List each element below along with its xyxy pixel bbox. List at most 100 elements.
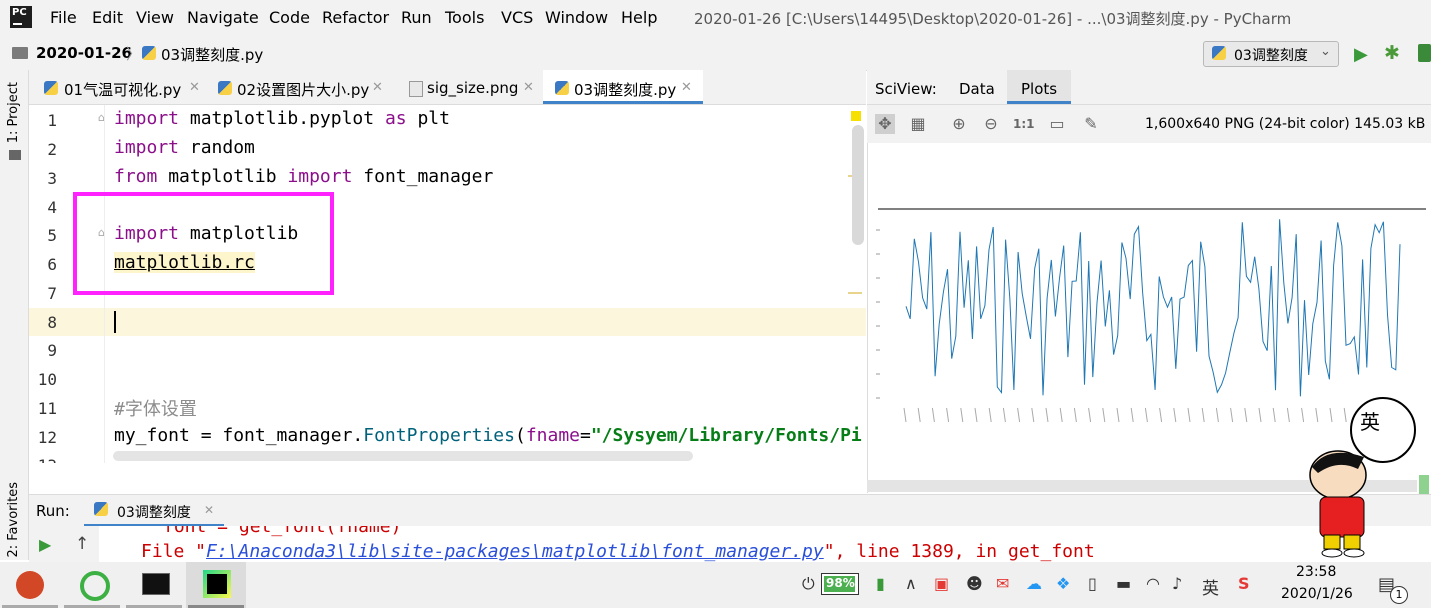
close-icon[interactable]: ✕ <box>523 80 534 95</box>
tab-01-temperature[interactable]: 01气温可视化.py ✕ <box>34 70 204 104</box>
sogou-icon[interactable]: S <box>1238 574 1250 593</box>
decorative-sticker: 英 <box>1298 395 1418 560</box>
tab-label: 01气温可视化.py <box>64 81 182 99</box>
scroll-up-icon[interactable]: ↑ <box>75 534 89 554</box>
cloud-icon[interactable]: ☁ <box>1026 574 1042 593</box>
menu-vcs[interactable]: VCS <box>501 8 533 27</box>
menu-file[interactable]: File <box>50 8 77 27</box>
menu-refactor[interactable]: Refactor <box>322 8 389 27</box>
tab-plots[interactable]: Plots <box>1007 70 1071 104</box>
grid-icon[interactable]: ▦ <box>908 114 928 134</box>
x-tick-label-mark <box>1073 407 1077 423</box>
power-plug-icon[interactable]: ⏻ <box>802 574 815 594</box>
editor-horizontal-scrollbar[interactable] <box>113 451 693 461</box>
mail-icon[interactable]: ✉ <box>996 574 1009 593</box>
battery-app-icon[interactable]: ▮ <box>876 574 885 593</box>
color-picker-icon[interactable]: ✎ <box>1081 114 1101 134</box>
analysis-status-icon[interactable] <box>851 111 861 121</box>
taskbar-powerpoint[interactable] <box>0 562 60 608</box>
terminal-icon <box>142 573 170 595</box>
menu-view[interactable]: View <box>136 8 174 27</box>
x-tick-label-mark <box>1258 407 1262 423</box>
clock-time[interactable]: 23:58 <box>1296 564 1336 580</box>
code-line-1: import matplotlib.pyplot as plt <box>114 108 450 129</box>
breadcrumb-folder[interactable]: 2020-01-26 <box>36 44 132 62</box>
menu-code[interactable]: Code <box>269 8 310 27</box>
line-number: 4 <box>47 198 57 217</box>
breadcrumb-file[interactable]: 03调整刻度.py <box>161 44 263 65</box>
menu-help[interactable]: Help <box>621 8 657 27</box>
project-tool-tab[interactable]: 1: Project <box>6 82 21 143</box>
x-tick-label-mark <box>1215 407 1219 423</box>
menu-run[interactable]: Run <box>401 8 432 27</box>
notification-count: 1 <box>1390 586 1408 604</box>
error-stripe-marker[interactable] <box>848 292 862 294</box>
folder-icon <box>12 47 28 59</box>
pycharm-icon <box>203 570 231 598</box>
run-configuration-select[interactable]: 03调整刻度 ⌄ <box>1203 41 1339 67</box>
close-icon[interactable]: ✕ <box>681 80 692 95</box>
python-file-icon <box>555 81 569 95</box>
line-number: 9 <box>47 341 57 360</box>
favorites-tool-tab[interactable]: 2: Favorites <box>6 482 21 558</box>
zoom-in-icon[interactable]: ⊕ <box>949 114 969 134</box>
editor-vertical-scrollbar[interactable] <box>852 125 864 245</box>
sticker-text: 英 <box>1360 410 1380 434</box>
fit-zoom-icon[interactable]: ✥ <box>875 114 895 134</box>
run-config-tab[interactable]: 03调整刻度 ✕ <box>84 495 224 527</box>
usb-icon[interactable]: ▯ <box>1088 574 1097 593</box>
menu-window[interactable]: Window <box>545 8 608 27</box>
taskbar-terminal[interactable] <box>124 562 184 608</box>
run-label: Run: <box>36 502 70 520</box>
background-icon[interactable]: ▭ <box>1047 114 1067 134</box>
tray-app-icon[interactable]: ▣ <box>934 574 949 593</box>
x-tick-label-mark <box>960 407 964 423</box>
battery-indicator[interactable]: 98% <box>821 573 859 595</box>
run-console[interactable]: font = get_font(fname) File "F:\Anaconda… <box>29 526 1431 562</box>
x-tick-label-mark <box>1244 407 1248 423</box>
wifi-icon[interactable]: ◠ <box>1146 574 1160 593</box>
tab-02-figure-size[interactable]: 02设置图片大小.py ✕ <box>209 70 391 104</box>
qq-icon[interactable]: ☻ <box>966 574 983 593</box>
debug-bug-icon[interactable]: ✱ <box>1384 42 1400 64</box>
x-tick-label-mark <box>1230 407 1234 423</box>
menu-navigate[interactable]: Navigate <box>187 8 259 27</box>
clock-date[interactable]: 2020/1/26 <box>1281 586 1353 602</box>
close-icon[interactable]: ✕ <box>189 80 200 95</box>
menu-tools[interactable]: Tools <box>445 8 484 27</box>
rerun-icon[interactable]: ▶ <box>39 535 51 554</box>
editor-tabs: 01气温可视化.py ✕ 02设置图片大小.py ✕ sig_size.png … <box>29 70 866 105</box>
battery-percent: 98% <box>826 576 855 590</box>
run-play-icon[interactable]: ▶ <box>1354 44 1368 65</box>
windows-taskbar: ⏻ 98% ▮ ∧ ▣ ☻ ✉ ☁ ❖ ▯ ▬ ◠ ♪ 英 S 23:58 20… <box>0 562 1431 608</box>
x-tick-label-mark <box>1045 407 1049 423</box>
zoom-out-icon[interactable]: ⊖ <box>981 114 1001 134</box>
console-file-link[interactable]: F:\Anaconda3\lib\site-packages\matplotli… <box>206 541 824 562</box>
taskbar-app-green[interactable] <box>62 562 122 608</box>
battery-icon[interactable]: ▬ <box>1116 574 1131 593</box>
x-tick-label-mark <box>1173 407 1177 423</box>
line-number: 7 <box>47 284 57 303</box>
coverage-icon[interactable] <box>1418 44 1431 62</box>
line-number: 2 <box>47 140 57 159</box>
volume-icon[interactable]: ♪ <box>1172 574 1182 593</box>
menu-edit[interactable]: Edit <box>92 8 123 27</box>
tab-sig-size-png[interactable]: sig_size.png ✕ <box>399 70 539 104</box>
tab-03-adjust-ticks[interactable]: 03调整刻度.py ✕ <box>543 70 703 104</box>
actual-size-icon[interactable]: 1:1 <box>1013 114 1035 134</box>
ime-indicator[interactable]: 英 <box>1202 574 1219 599</box>
sticker-svg: 英 <box>1309 397 1416 558</box>
close-icon[interactable]: ✕ <box>372 80 383 95</box>
window-title: 2020-01-26 [C:\Users\14495\Desktop\2020-… <box>694 10 1292 28</box>
close-icon[interactable]: ✕ <box>204 503 214 517</box>
tab-data[interactable]: Data <box>959 80 995 98</box>
show-hidden-icons-chevron-icon[interactable]: ∧ <box>905 574 917 593</box>
x-tick-label-mark <box>946 407 950 423</box>
baidu-icon[interactable]: ❖ <box>1056 574 1070 593</box>
x-tick-label-mark <box>1116 407 1120 423</box>
x-tick-label-mark <box>1187 407 1191 423</box>
x-tick-label-mark <box>917 407 921 423</box>
refresh-app-icon <box>80 571 110 601</box>
python-file-icon <box>218 81 232 95</box>
taskbar-pycharm[interactable] <box>186 562 246 608</box>
